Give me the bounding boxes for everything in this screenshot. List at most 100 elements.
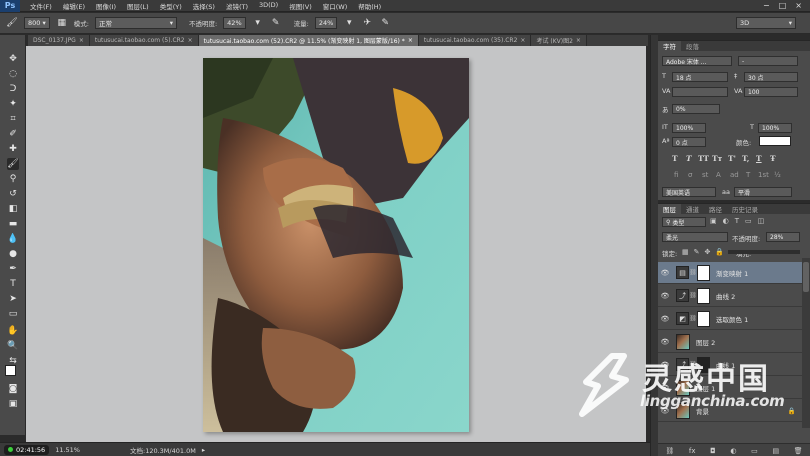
baseline-input[interactable]: 0 点 <box>672 137 706 147</box>
tab-channels[interactable]: 通道 <box>681 204 704 214</box>
chevron-down-icon[interactable]: ▾ <box>252 17 264 29</box>
swash-button[interactable]: A <box>716 171 721 179</box>
layer-mask-thumbnail[interactable] <box>697 264 710 281</box>
crop-tool-icon[interactable]: ⌗ <box>7 113 19 125</box>
layer-opacity-input[interactable]: 28% <box>766 232 800 242</box>
superscript-button[interactable]: T' <box>728 154 736 163</box>
small-caps-button[interactable]: Tт <box>712 154 722 163</box>
menu-3d[interactable]: 3D(D) <box>259 1 278 11</box>
discretionary-ligature-button[interactable]: st <box>702 171 708 179</box>
close-icon[interactable]: × <box>188 37 193 44</box>
layer-filter-select[interactable]: ⚲ 类型 <box>662 217 706 227</box>
horizontal-scale-input[interactable]: 100% <box>758 123 792 133</box>
smart-filter-icon[interactable]: ◫ <box>758 217 765 227</box>
zoom-tool-icon[interactable]: 🔍 <box>7 340 19 352</box>
strikethrough-button[interactable]: Ŧ <box>770 154 776 163</box>
tab-doc-5[interactable]: 考试 (KV)图2 × <box>531 35 587 46</box>
lock-all-icon[interactable]: 🔒 <box>715 248 724 256</box>
layer-mask-thumbnail[interactable] <box>697 287 710 304</box>
fx-icon[interactable]: fx <box>689 447 696 455</box>
language-select[interactable]: 美国英语 <box>662 187 716 197</box>
menu-type[interactable]: 类型(Y) <box>160 1 182 11</box>
shape-filter-icon[interactable]: ▭ <box>745 217 752 227</box>
layer-row-curves-2[interactable]: 👁 ⤴ ⛓ 曲线 2 <box>658 285 802 307</box>
menu-image[interactable]: 图像(I) <box>96 1 116 11</box>
menu-filter[interactable]: 滤镜(T) <box>226 1 248 11</box>
mode-select[interactable]: 正常 ▾ <box>94 17 177 29</box>
close-icon[interactable]: × <box>408 37 413 44</box>
new-layer-icon[interactable]: ▤ <box>772 447 779 455</box>
pressure-opacity-icon[interactable]: ✎ <box>270 17 282 29</box>
close-icon[interactable]: × <box>576 37 581 44</box>
brush-preset-picker[interactable]: 800 ▾ <box>24 17 50 29</box>
trash-icon[interactable]: 🗑 <box>794 447 803 455</box>
faux-italic-button[interactable]: T <box>686 154 692 163</box>
font-size-input[interactable]: 18 点 <box>672 72 728 82</box>
close-button[interactable]: × <box>795 1 802 10</box>
faux-bold-button[interactable]: T <box>672 154 678 163</box>
hand-tool-icon[interactable]: ✋ <box>7 325 19 337</box>
maximize-button[interactable]: □ <box>779 1 787 10</box>
brush-tool-icon[interactable]: 🖌 <box>7 158 19 170</box>
tsume-input[interactable]: 0% <box>672 104 720 114</box>
quick-mask-icon[interactable]: ◙ <box>7 383 19 395</box>
brush-panel-icon[interactable]: ▦ <box>56 17 68 29</box>
pen-tool-icon[interactable]: ✒ <box>7 263 19 275</box>
tab-doc-active[interactable]: tutusucai.taobao.com (52).CR2 @ 11.5% (渐… <box>198 35 419 46</box>
fractions-button[interactable]: ½ <box>774 171 781 179</box>
opacity-input[interactable]: 42% <box>223 17 246 29</box>
document-photo[interactable] <box>203 58 469 432</box>
history-brush-tool-icon[interactable]: ↺ <box>7 188 19 200</box>
layer-row-selective-color[interactable]: 👁 ◩ ⛓ 选取颜色 1 <box>658 308 802 330</box>
visibility-eye-icon[interactable]: 👁 <box>658 269 672 277</box>
workspace-select[interactable]: 3D ▾ <box>736 17 796 29</box>
menu-layer[interactable]: 图层(L) <box>127 1 149 11</box>
tracking-input[interactable]: 100 <box>744 87 798 97</box>
old-style-button[interactable]: σ <box>688 171 692 179</box>
opacity-slider[interactable] <box>728 250 800 254</box>
anti-alias-select[interactable]: 平滑 <box>734 187 792 197</box>
foreground-color-swatch[interactable] <box>5 365 16 376</box>
stylistic-alt-button[interactable]: ad <box>730 171 739 179</box>
add-mask-icon[interactable]: ◘ <box>710 447 716 455</box>
marquee-tool-icon[interactable]: ◌ <box>7 68 19 80</box>
visibility-eye-icon[interactable]: 👁 <box>658 338 672 346</box>
lasso-tool-icon[interactable]: ᑐ <box>7 83 19 95</box>
lock-position-icon[interactable]: ✥ <box>705 248 711 256</box>
menu-edit[interactable]: 编辑(E) <box>63 1 85 11</box>
leading-input[interactable]: 30 点 <box>744 72 798 82</box>
eyedropper-tool-icon[interactable]: ✐ <box>7 128 19 140</box>
gradient-tool-icon[interactable]: ▬ <box>7 218 19 230</box>
menu-window[interactable]: 窗口(W) <box>323 1 348 11</box>
flow-input[interactable]: 24% <box>314 17 338 29</box>
screen-mode-icon[interactable]: ▣ <box>7 398 19 410</box>
path-select-tool-icon[interactable]: ➤ <box>7 293 19 305</box>
tab-doc-2[interactable]: tutusucai.taobao.com (5).CR2 × <box>89 35 199 46</box>
ordinals-button[interactable]: 1st <box>758 171 769 179</box>
minimize-button[interactable]: − <box>763 1 770 10</box>
adjustment-filter-icon[interactable]: ◐ <box>723 217 729 227</box>
healing-tool-icon[interactable]: ✚ <box>7 143 19 155</box>
titling-alt-button[interactable]: T <box>746 171 750 179</box>
ligature-button[interactable]: fi <box>674 171 678 179</box>
link-layers-icon[interactable]: ⛓ <box>665 447 674 455</box>
lock-pixels-icon[interactable]: ✎ <box>694 248 700 256</box>
kerning-input[interactable] <box>672 87 728 97</box>
chevron-right-icon[interactable]: ▸ <box>202 446 205 454</box>
visibility-eye-icon[interactable]: 👁 <box>658 292 672 300</box>
tab-doc-1[interactable]: DSC_0137.JPG × <box>28 35 90 46</box>
visibility-eye-icon[interactable]: 👁 <box>658 315 672 323</box>
close-icon[interactable]: × <box>520 37 525 44</box>
zoom-level[interactable]: 11.51% <box>55 446 80 454</box>
menu-view[interactable]: 视图(V) <box>289 1 312 11</box>
group-icon[interactable]: ▭ <box>751 447 758 455</box>
type-filter-icon[interactable]: T <box>735 217 739 227</box>
blur-tool-icon[interactable]: 💧 <box>7 233 19 245</box>
all-caps-button[interactable]: TT <box>698 154 709 163</box>
layer-row-gradient-map[interactable]: 👁 ▤ ⛓ 渐变映射 1 <box>658 262 802 284</box>
tab-paths[interactable]: 路径 <box>704 204 727 214</box>
layers-scroll-thumb[interactable] <box>803 262 809 292</box>
layer-row-layer-2[interactable]: 👁 图层 2 <box>658 331 802 353</box>
tab-layers[interactable]: 图层 <box>658 204 681 214</box>
airbrush-icon[interactable]: ✈ <box>361 17 373 29</box>
